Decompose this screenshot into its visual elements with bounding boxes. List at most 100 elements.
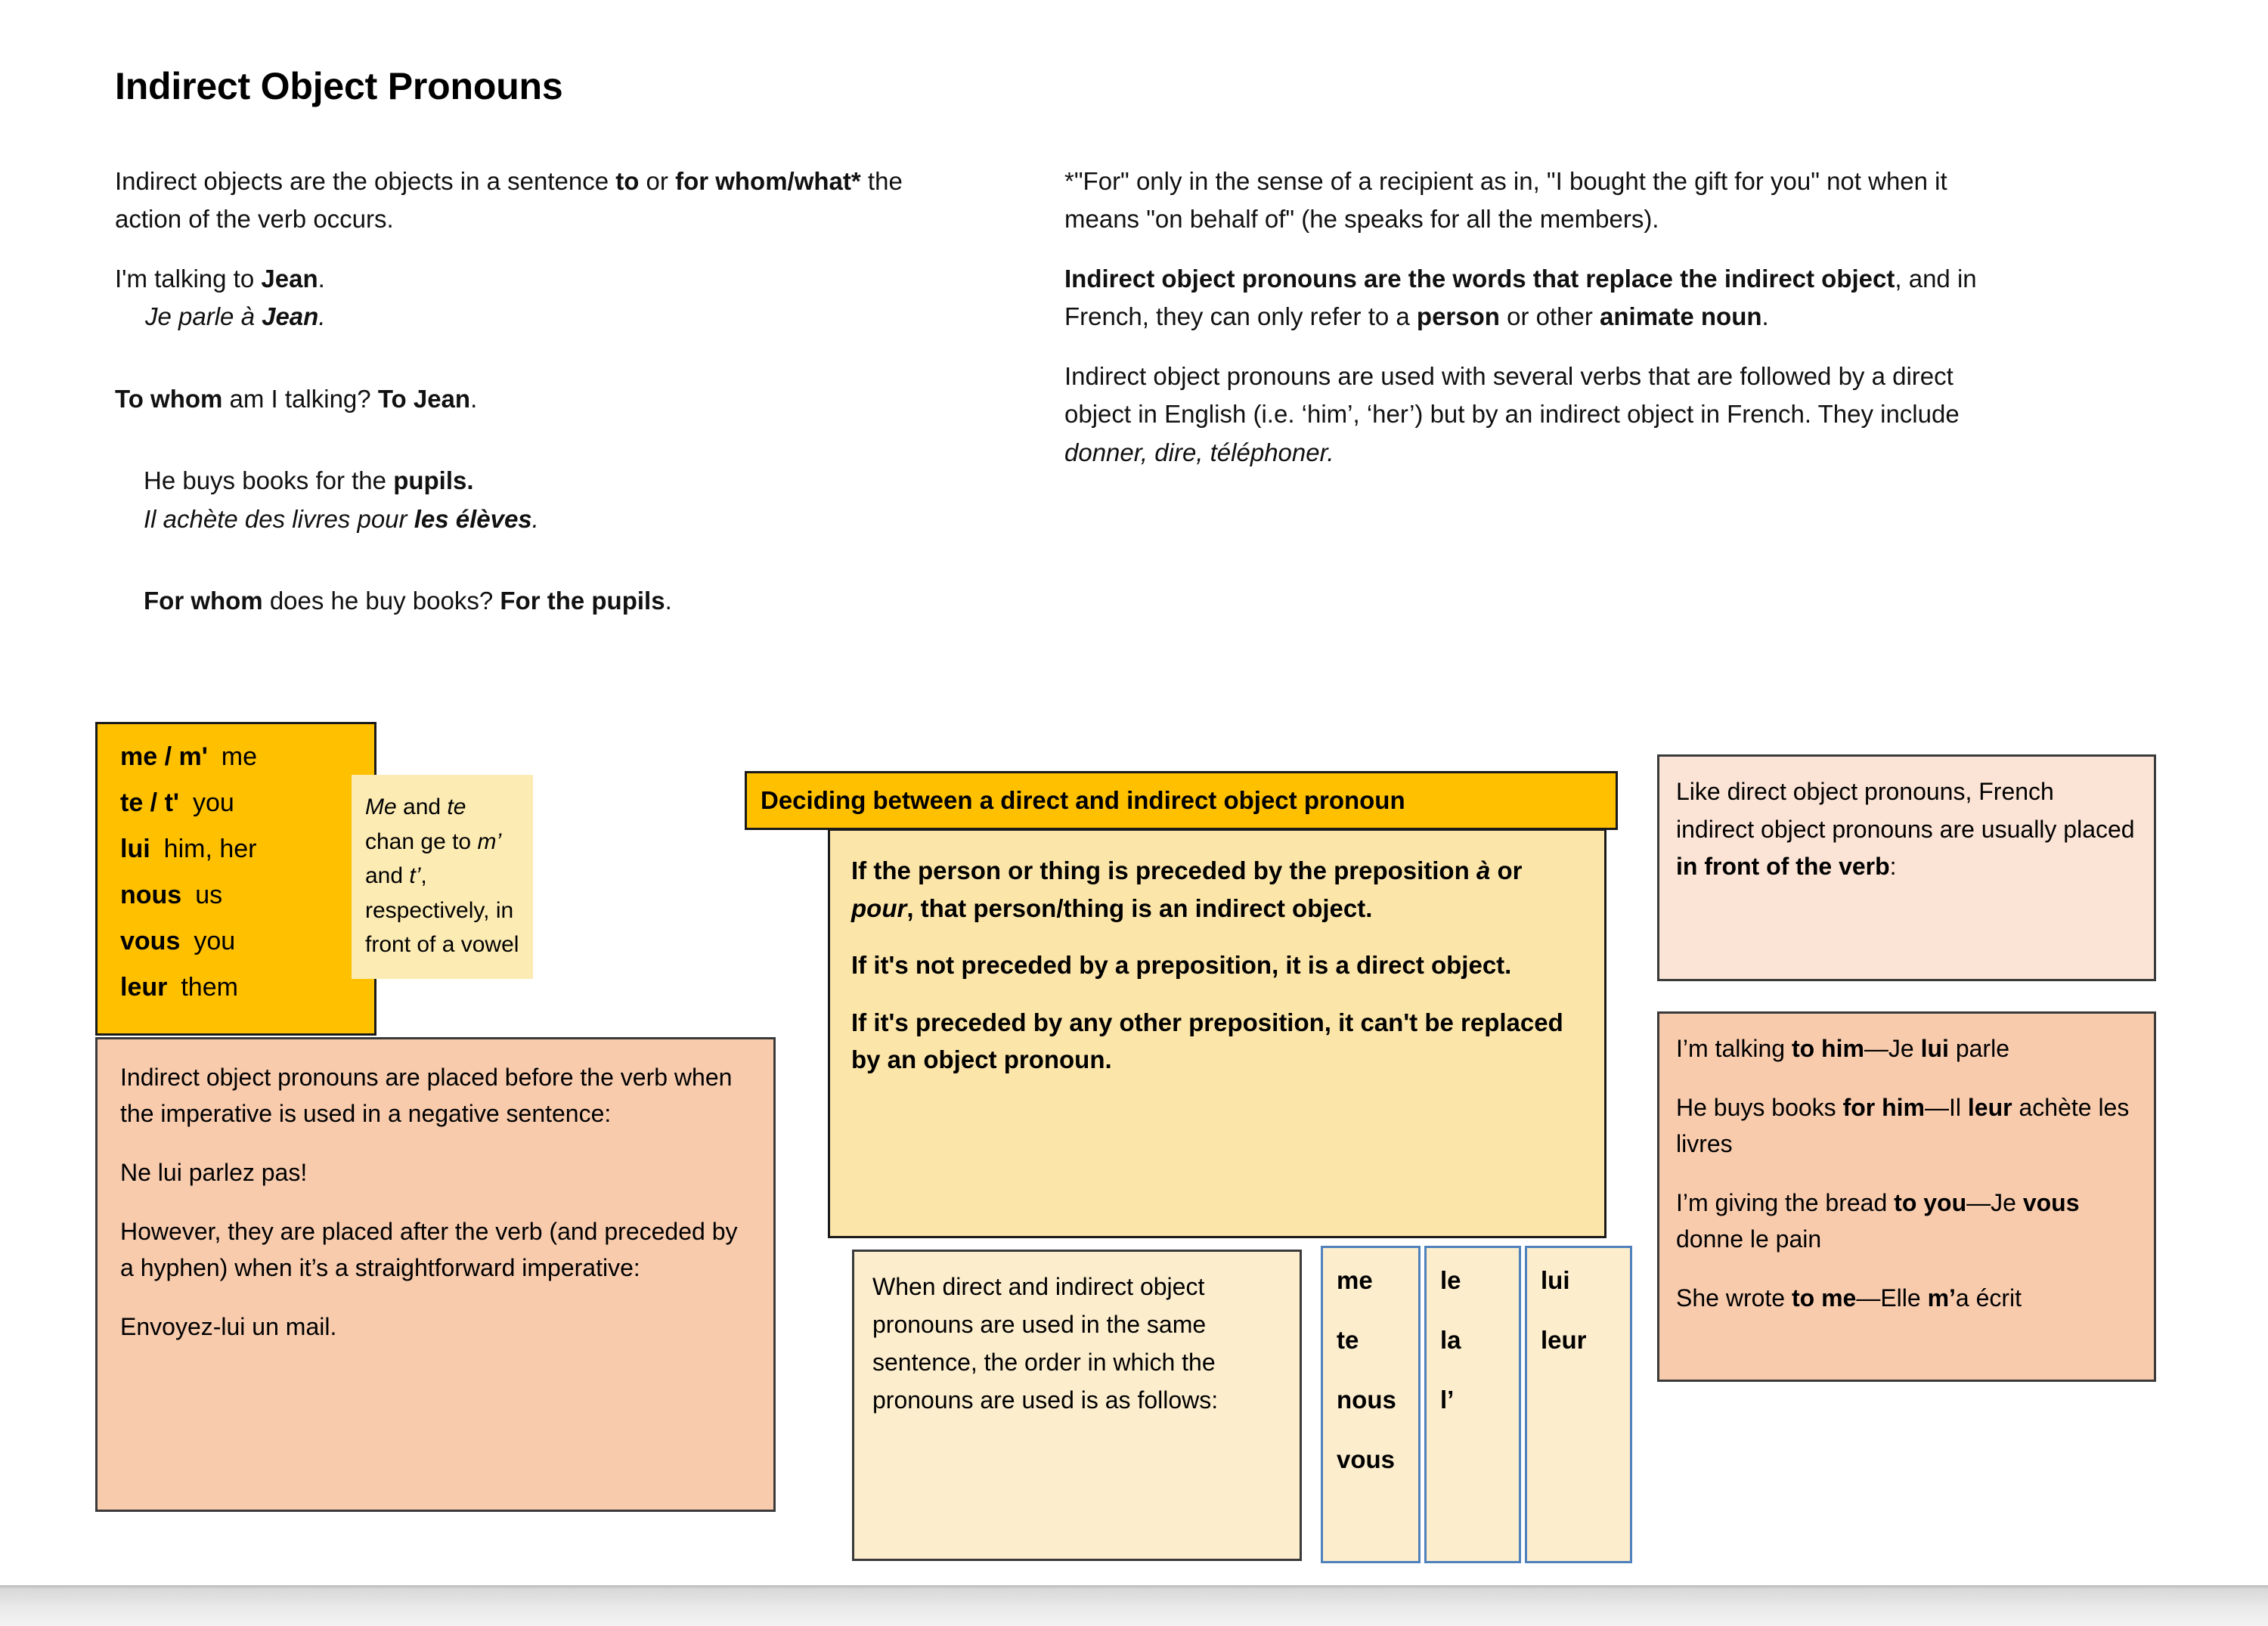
example1-en-bold: Jean — [261, 264, 318, 293]
example1-english: I'm talking to Jean. — [115, 260, 962, 298]
pronoun-order-text-box: When direct and indirect object pronouns… — [852, 1250, 1302, 1561]
pronoun-french: nous — [120, 881, 182, 909]
verbs-text: Indirect object pronouns are used with s… — [1064, 361, 1960, 429]
ex1-pre: I’m talking — [1676, 1035, 1792, 1062]
question1-post: . — [470, 384, 478, 413]
order-cell: la — [1440, 1326, 1461, 1354]
pronoun-english: me — [221, 742, 258, 771]
intro-column-left: Indirect objects are the objects in a se… — [115, 163, 962, 642]
pronoun-english: us — [195, 881, 223, 909]
imperative-placement-box: Indirect object pronouns are placed befo… — [95, 1037, 776, 1512]
ex3-post: donne le pain — [1676, 1225, 1822, 1253]
ex4-post: a écrit — [1955, 1284, 2022, 1312]
verb-placement-text: Like direct object pronouns, French indi… — [1676, 773, 2137, 886]
order-cell: l’ — [1440, 1386, 1455, 1414]
placement-pre: Like direct object pronouns, French indi… — [1676, 778, 2135, 843]
pronoun-order-table: me te nous vous le la l’ lui leur — [1321, 1246, 1632, 1563]
pronoun-english: them — [181, 973, 238, 1002]
definition-paragraph: Indirect objects are the objects in a se… — [115, 163, 962, 239]
order-cell: le — [1440, 1266, 1461, 1294]
verbs-paragraph: Indirect object pronouns are used with s… — [1064, 358, 2009, 472]
placement-bold: in front of the verb — [1676, 853, 1890, 881]
imperative-example-negative: Ne lui parlez pas! — [120, 1159, 308, 1186]
example-vous-donne: I’m giving the bread to you—Je vous donn… — [1676, 1185, 2140, 1257]
rule1-italic-pour: pour — [851, 894, 907, 922]
order-cell: te — [1337, 1326, 1359, 1354]
definition-bold-to: to — [615, 167, 640, 195]
example-lui-parle: I’m talking to him—Je lui parle — [1676, 1030, 2140, 1067]
ex4-pre: She wrote — [1676, 1284, 1792, 1312]
intro-column-right: *"For" only in the sense of a recipient … — [1064, 163, 2009, 493]
replace-paragraph: Indirect object pronouns are the words t… — [1064, 260, 2009, 336]
imperative-box-content: Indirect object pronouns are placed befo… — [120, 1059, 752, 1345]
translation-examples-content: I’m talking to him—Je lui parle He buys … — [1676, 1030, 2140, 1316]
worksheet-page: Indirect Object Pronouns Indirect object… — [0, 0, 2268, 1626]
note-italic-mapos: m’ — [477, 828, 502, 854]
example1-fr-pre: Je parle à — [145, 302, 262, 331]
ex2-bold-leur: leur — [1967, 1094, 2012, 1121]
note-text-2: chan ge to — [365, 828, 478, 854]
pronoun-english: him, her — [163, 835, 257, 863]
pronoun-row: leur them — [120, 974, 374, 1000]
verbs-italic-list: donner, dire, téléphoner. — [1064, 438, 1334, 466]
imperative-rule-negative: Indirect object pronouns are placed befo… — [120, 1064, 733, 1127]
imperative-example-affirmative: Envoyez-lui un mail. — [120, 1313, 337, 1340]
pronoun-row: me / m' me — [120, 744, 374, 770]
example-ma-ecrit: She wrote to me—Elle m’a écrit — [1676, 1280, 2140, 1316]
rule1-post: , that person/thing is an indirect objec… — [906, 894, 1373, 922]
example1-en-pre: I'm talking to — [115, 264, 262, 293]
bottom-scroll-band — [0, 1585, 2268, 1626]
order-cell: leur — [1541, 1326, 1587, 1354]
question1: To whom am I talking? To Jean. — [115, 380, 962, 418]
replace-mid2: or other — [1499, 302, 1600, 331]
replace-post: . — [1761, 302, 1769, 331]
pronoun-french: me / m' — [120, 742, 208, 771]
order-cell: nous — [1337, 1386, 1396, 1414]
ex4-bold-tome: to me — [1791, 1284, 1857, 1312]
example1-fr-post: . — [318, 302, 326, 331]
question2-bold-forwhom: For whom — [144, 587, 263, 615]
decide-header-bar: Deciding between a direct and indirect o… — [745, 771, 1618, 830]
ex3-pre: I’m giving the bread — [1676, 1189, 1895, 1216]
example2-en-pre: He buys books for the — [144, 466, 394, 495]
verb-placement-box: Like direct object pronouns, French indi… — [1657, 754, 2156, 981]
placement-post: : — [1889, 853, 1897, 881]
pronoun-order-text: When direct and indirect object pronouns… — [872, 1273, 1219, 1414]
order-cell: vous — [1337, 1445, 1396, 1473]
decide-body-content: If the person or thing is preceded by th… — [851, 852, 1585, 1079]
example2-en-bold: pupils. — [393, 466, 474, 495]
replace-bold-animate: animate noun — [1600, 302, 1762, 331]
ex1-bold-lui: lui — [1920, 1035, 1949, 1062]
question2-bold-forpupils: For the pupils — [500, 587, 665, 615]
order-table-column-1: me te nous vous — [1321, 1246, 1421, 1563]
pronoun-french: te / t' — [120, 788, 179, 817]
order-table-column-2: le la l’ — [1424, 1246, 1521, 1563]
example-leur-achete: He buys books for him—Il leur achète les… — [1676, 1089, 2140, 1162]
ex3-bold-vous: vous — [2022, 1189, 2080, 1216]
ex4-bold-mapos: m’ — [1927, 1284, 1956, 1312]
example2-french: Il achète des livres pour les élèves. — [115, 500, 962, 538]
pronoun-english: you — [192, 788, 234, 817]
definition-mid: or — [639, 167, 676, 195]
replace-bold-main: Indirect object pronouns are the words t… — [1064, 264, 1895, 293]
ex1-bold-tohim: to him — [1791, 1035, 1864, 1062]
ex2-pre: He buys books — [1676, 1094, 1843, 1121]
decide-rule-3: If it's preceded by any other prepositio… — [851, 1008, 1563, 1074]
example1-french: Je parle à Jean. — [115, 298, 962, 336]
translation-examples-box: I’m talking to him—Je lui parle He buys … — [1657, 1011, 2156, 1382]
pronoun-list-box: me / m' me te / t' you lui him, her nous us … — [95, 722, 376, 1036]
decide-rule-2: If it's not preceded by a preposition, i… — [851, 951, 1512, 979]
pronoun-row: vous you — [120, 928, 374, 954]
example2-fr-post: . — [531, 504, 539, 533]
question2-mid: does he buy books? — [262, 587, 500, 615]
example1-fr-bold: Jean — [262, 302, 319, 331]
question1-mid: am I talking? — [222, 384, 378, 413]
note-italic-me: Me — [365, 794, 397, 819]
example2-english: He buys books for the pupils. — [115, 462, 962, 500]
imperative-rule-affirmative: However, they are placed after the verb … — [120, 1218, 738, 1281]
pronoun-row: lui him, her — [120, 836, 374, 862]
example1-en-post: . — [318, 264, 325, 293]
